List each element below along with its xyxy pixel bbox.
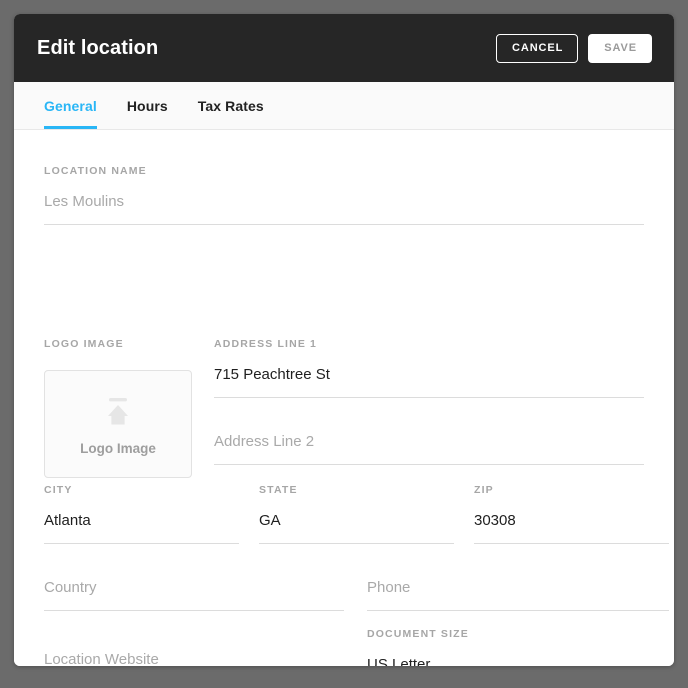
phone-input[interactable]: Phone — [367, 580, 669, 595]
address-line-1-field[interactable]: ADDRESS LINE 1 715 Peachtree St — [214, 339, 644, 398]
general-form: LOCATION NAME Les Moulins LOGO IMAGE Log… — [14, 130, 674, 666]
cancel-button[interactable]: CANCEL — [496, 33, 579, 63]
page-title: Edit location — [37, 36, 159, 59]
tab-bar: General Hours Tax Rates — [14, 82, 674, 130]
address-line-2-underline — [214, 464, 644, 465]
location-name-label: LOCATION NAME — [44, 165, 147, 177]
document-size-label: DOCUMENT SIZE — [367, 628, 469, 640]
location-name-underline — [44, 223, 644, 225]
city-label: CITY — [44, 484, 73, 496]
location-name-input[interactable]: Les Moulins — [44, 194, 644, 209]
address-line-2-input[interactable]: Address Line 2 — [214, 434, 644, 449]
city-underline — [44, 542, 239, 544]
zip-input[interactable]: 30308 — [474, 513, 669, 528]
tab-tax-rates[interactable]: Tax Rates — [198, 82, 264, 129]
location-name-field[interactable]: LOCATION NAME Les Moulins — [44, 166, 644, 225]
tab-general[interactable]: General — [44, 82, 97, 129]
edit-location-card: Edit location CANCEL SAVE General Hours … — [14, 14, 674, 666]
save-button[interactable]: SAVE — [588, 33, 652, 63]
phone-underline — [367, 610, 669, 611]
dialog-header: Edit location CANCEL SAVE — [14, 14, 674, 82]
address-line-1-input[interactable]: 715 Peachtree St — [214, 367, 644, 382]
zip-label: ZIP — [474, 484, 494, 496]
city-input[interactable]: Atlanta — [44, 513, 239, 528]
location-website-field[interactable]: Location Website — [44, 652, 344, 666]
logo-image-text: Logo Image — [80, 440, 156, 456]
country-underline — [44, 610, 344, 611]
document-size-select[interactable]: US Letter — [367, 657, 669, 667]
header-actions: CANCEL SAVE — [496, 33, 652, 63]
address-line-1-underline — [214, 396, 644, 398]
zip-underline — [474, 542, 669, 544]
tab-hours[interactable]: Hours — [127, 82, 168, 129]
logo-image-label: LOGO IMAGE — [44, 338, 124, 350]
address-line-2-field[interactable]: Address Line 2 — [214, 434, 644, 465]
upload-icon — [100, 393, 136, 434]
country-field[interactable]: Country — [44, 580, 344, 611]
state-label: STATE — [259, 484, 298, 496]
document-size-field[interactable]: DOCUMENT SIZE US Letter — [367, 629, 669, 666]
phone-field[interactable]: Phone — [367, 580, 669, 611]
zip-field[interactable]: ZIP 30308 — [474, 485, 669, 544]
city-field[interactable]: CITY Atlanta — [44, 485, 239, 544]
logo-image-dropzone[interactable]: Logo Image — [44, 370, 192, 478]
state-underline — [259, 542, 454, 544]
country-input[interactable]: Country — [44, 580, 344, 595]
document-size-value: US Letter — [367, 655, 431, 667]
state-input[interactable]: GA — [259, 513, 454, 528]
location-website-input[interactable]: Location Website — [44, 652, 344, 666]
address-line-1-label: ADDRESS LINE 1 — [214, 338, 318, 350]
state-field[interactable]: STATE GA — [259, 485, 454, 544]
